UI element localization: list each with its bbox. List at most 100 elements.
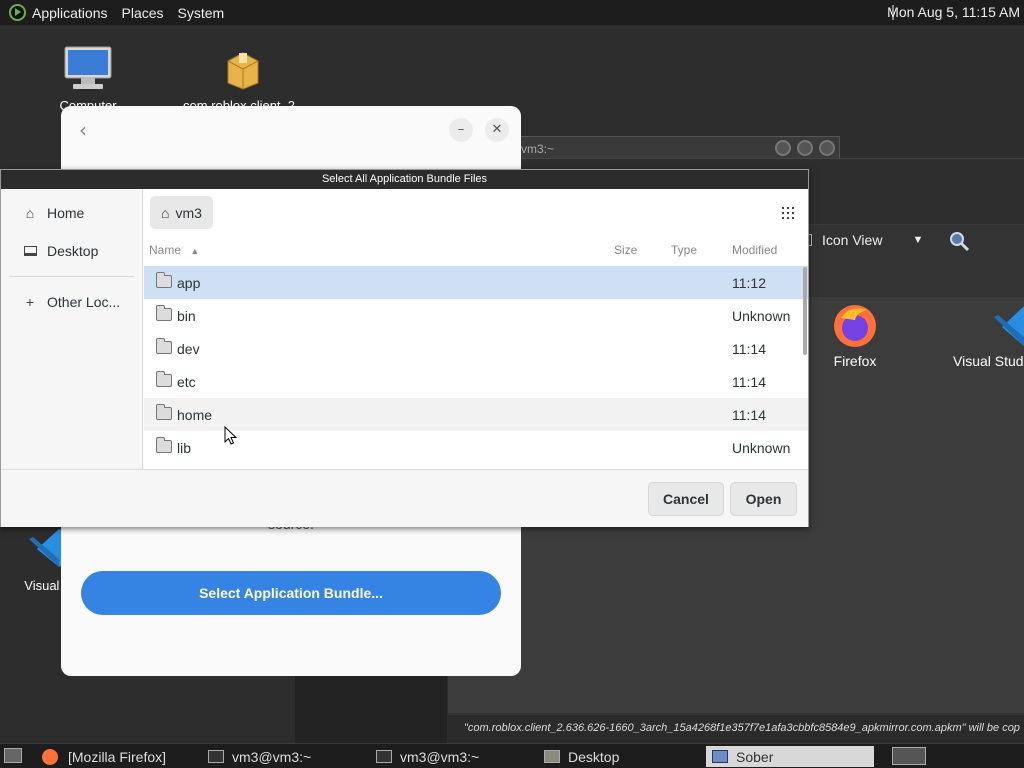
file-modified: Unknown <box>732 307 791 324</box>
minimize-button[interactable]: – <box>449 118 473 142</box>
file-item-label: Visual Stud <box>953 353 1024 369</box>
applications-menu[interactable]: Applications <box>32 5 108 21</box>
file-row[interactable]: dev 11:14 <box>144 332 808 365</box>
file-chooser-dialog: Select All Application Bundle Files ⌂ Ho… <box>0 169 809 527</box>
view-mode-label: Icon View <box>822 232 883 248</box>
view-mode-select[interactable]: Icon View ▼ <box>802 225 923 255</box>
file-row[interactable]: app 11:12 <box>144 266 808 299</box>
file-row[interactable]: home 11:14 <box>144 398 808 431</box>
close-button[interactable]: ✕ <box>485 118 509 142</box>
taskbar-item-terminal-2[interactable]: vm3@vm3:~ <box>370 746 530 767</box>
taskbar-item-label: vm3@vm3:~ <box>232 748 312 765</box>
maximize-button[interactable] <box>797 140 813 156</box>
chevron-down-icon: ▼ <box>912 234 924 246</box>
package-icon <box>227 52 259 90</box>
taskbar-item-label: [Mozilla Firefox] <box>68 748 167 765</box>
file-name: lib <box>177 439 192 456</box>
cancel-button[interactable]: Cancel <box>648 482 724 516</box>
show-desktop-icon[interactable] <box>4 748 22 763</box>
dialog-title: Select All Application Bundle Files <box>1 170 808 189</box>
places-menu[interactable]: Places <box>122 5 164 21</box>
file-name: etc <box>177 373 196 390</box>
open-button[interactable]: Open <box>730 482 797 516</box>
vscode-icon <box>994 306 1024 346</box>
taskbar-item-sober[interactable]: Sober <box>706 746 874 767</box>
path-bar-button[interactable]: ⌂ vm3 <box>150 196 213 229</box>
view-options-icon[interactable] <box>782 207 794 219</box>
folder-icon <box>156 305 172 321</box>
file-modified: 11:14 <box>732 340 766 357</box>
sidebar-item-other-locations[interactable]: + Other Loc... <box>1 283 142 321</box>
file-item-vscode[interactable]: Visual Stud <box>953 302 1024 369</box>
column-header-size[interactable]: Size <box>614 243 637 257</box>
desktop-icon <box>21 243 39 259</box>
column-header-modified[interactable]: Modified <box>732 243 777 257</box>
sidebar-item-home[interactable]: ⌂ Home <box>1 194 142 232</box>
file-name: app <box>177 274 201 291</box>
window-edge <box>295 676 447 743</box>
search-icon[interactable] <box>948 230 970 252</box>
folder-icon <box>544 750 560 763</box>
file-list-scrollbar[interactable] <box>803 267 807 355</box>
path-label: vm3 <box>175 204 202 221</box>
taskbar: [Mozilla Firefox] vm3@vm3:~ vm3@vm3:~ De… <box>0 743 1024 768</box>
terminal-icon <box>376 750 392 763</box>
column-header-type[interactable]: Type <box>671 243 697 257</box>
sidebar-item-label: Other Loc... <box>47 294 121 310</box>
window-controls <box>775 140 835 156</box>
sidebar-item-label: Home <box>47 205 85 221</box>
taskbar-item-desktop[interactable]: Desktop <box>538 746 698 767</box>
folder-icon <box>156 437 172 453</box>
file-modified: Unknown <box>732 439 791 456</box>
clock[interactable]: Mon Aug 5, 11:15 AM <box>887 4 1020 20</box>
column-header-label: Name <box>149 243 182 257</box>
column-header-name[interactable]: Name ▲ <box>149 243 199 257</box>
folder-icon <box>156 371 172 387</box>
file-row[interactable]: etc 11:14 <box>144 365 808 398</box>
computer-icon <box>64 46 112 89</box>
plus-icon: + <box>25 294 35 310</box>
file-list-pane: ⌂ vm3 Name ▲ Size Type Modified app 11:1… <box>144 189 808 469</box>
taskbar-item-firefox[interactable]: [Mozilla Firefox] <box>36 746 196 767</box>
sort-ascending-icon: ▲ <box>190 246 200 256</box>
status-bar: "com.roblox.client_2.636.626-1660_3arch_… <box>448 715 1024 743</box>
workspace-switcher-icon[interactable] <box>892 747 926 765</box>
home-icon: ⌂ <box>25 205 35 221</box>
taskbar-item-label: Desktop <box>568 748 620 765</box>
minimize-button[interactable] <box>775 140 791 156</box>
firefox-icon <box>42 748 58 765</box>
file-row[interactable]: bin Unknown <box>144 299 808 332</box>
mouse-cursor-icon <box>224 426 238 445</box>
folder-icon <box>156 272 172 288</box>
folder-icon <box>156 338 172 354</box>
taskbar-item-terminal-1[interactable]: vm3@vm3:~ <box>202 746 362 767</box>
file-modified: 11:12 <box>732 274 766 291</box>
file-modified: 11:14 <box>732 406 766 423</box>
sidebar-item-desktop[interactable]: Desktop <box>1 232 142 270</box>
places-sidebar: ⌂ Home Desktop + Other Loc... <box>1 189 143 469</box>
sidebar-item-label: Desktop <box>47 243 99 259</box>
firefox-icon <box>834 305 876 347</box>
desktop-icon-package[interactable]: com.roblox.client_2... <box>183 49 306 113</box>
applications-menu-icon[interactable] <box>9 4 26 21</box>
file-name: home <box>177 406 213 423</box>
back-icon[interactable]: ‹ <box>79 118 87 142</box>
taskbar-item-label: vm3@vm3:~ <box>400 748 480 765</box>
file-name: dev <box>177 340 200 357</box>
file-name: bin <box>177 307 196 324</box>
file-item-firefox[interactable]: Firefox <box>820 302 890 369</box>
desktop-icon-computer[interactable]: Computer <box>50 45 126 113</box>
sidebar-separator <box>9 276 134 277</box>
terminal-window-title: vm3:~ <box>521 142 555 156</box>
file-row[interactable]: lib Unknown <box>144 431 808 464</box>
folder-icon <box>156 404 172 420</box>
file-list: app 11:12 bin Unknown dev 11:14 etc 11:1… <box>144 266 808 464</box>
system-menu[interactable]: System <box>178 5 225 21</box>
select-application-bundle-button[interactable]: Select Application Bundle... <box>81 571 501 615</box>
taskbar-item-label: Sober <box>736 748 774 765</box>
file-modified: 11:14 <box>732 373 766 390</box>
window-icon <box>712 750 728 763</box>
file-item-label: Firefox <box>833 353 877 369</box>
top-panel: Applications Places System Mon Aug 5, 11… <box>0 0 1024 25</box>
close-button[interactable] <box>819 140 835 156</box>
